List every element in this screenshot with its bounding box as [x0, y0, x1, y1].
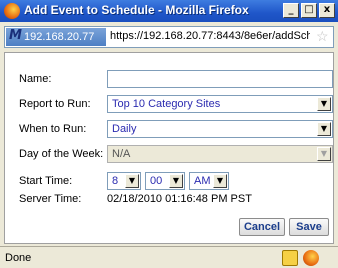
lock-icon[interactable]	[282, 250, 298, 266]
chevron-down-icon[interactable]: ▼	[317, 97, 331, 111]
start-minute-value: 00	[150, 175, 163, 187]
window-title: Add Event to Schedule - Mozilla Firefox	[24, 3, 249, 17]
chevron-down-icon: ▼	[317, 147, 331, 161]
start-ampm-value: AM	[194, 175, 211, 187]
url-bar[interactable]: M 192.168.20.77 https://192.168.20.77:84…	[4, 26, 334, 48]
when-select[interactable]: Daily ▼	[107, 120, 333, 138]
site-favicon-icon: M	[9, 28, 22, 43]
report-label: Report to Run:	[19, 98, 91, 110]
minimize-button[interactable]: _	[283, 3, 299, 18]
site-identity-label: 192.168.20.77	[24, 31, 95, 43]
save-button[interactable]: Save	[289, 218, 329, 236]
bookmark-star-icon[interactable]: ☆	[316, 28, 329, 45]
report-select[interactable]: Top 10 Category Sites ▼	[107, 95, 333, 113]
start-hour-value: 8	[112, 175, 119, 187]
day-label: Day of the Week:	[19, 148, 104, 160]
firefox-status-icon[interactable]	[303, 250, 319, 266]
name-label: Name:	[19, 73, 52, 85]
start-minute-select[interactable]: 00 ▼	[145, 172, 185, 190]
dialog-content: Name: Report to Run: Top 10 Category Sit…	[4, 52, 334, 244]
cancel-button[interactable]: Cancel	[239, 218, 285, 236]
day-value: N/A	[112, 148, 131, 160]
status-bar: Done	[0, 246, 338, 268]
server-time-value: 02/18/2010 01:16:48 PM PST	[107, 193, 252, 205]
chevron-down-icon[interactable]: ▼	[125, 174, 139, 188]
chevron-down-icon[interactable]: ▼	[213, 174, 227, 188]
server-time-label: Server Time:	[19, 193, 82, 205]
firefox-icon	[4, 3, 20, 19]
chevron-down-icon[interactable]: ▼	[317, 122, 331, 136]
start-label: Start Time:	[19, 175, 73, 187]
status-text: Done	[5, 252, 32, 264]
start-hour-select[interactable]: 8 ▼	[107, 172, 141, 190]
site-identity-button[interactable]: M 192.168.20.77	[6, 28, 106, 46]
maximize-button[interactable]: □	[301, 3, 317, 18]
chevron-down-icon[interactable]: ▼	[169, 174, 183, 188]
window-titlebar: Add Event to Schedule - Mozilla Firefox …	[0, 0, 338, 22]
name-field[interactable]	[107, 70, 333, 88]
when-label: When to Run:	[19, 123, 87, 135]
url-text[interactable]: https://192.168.20.77:8443/8e6er/addSche…	[110, 30, 310, 42]
day-select: N/A ▼	[107, 145, 333, 163]
start-ampm-select[interactable]: AM ▼	[189, 172, 229, 190]
when-value: Daily	[112, 123, 137, 135]
close-button[interactable]: x	[319, 3, 335, 18]
report-value: Top 10 Category Sites	[112, 98, 221, 110]
